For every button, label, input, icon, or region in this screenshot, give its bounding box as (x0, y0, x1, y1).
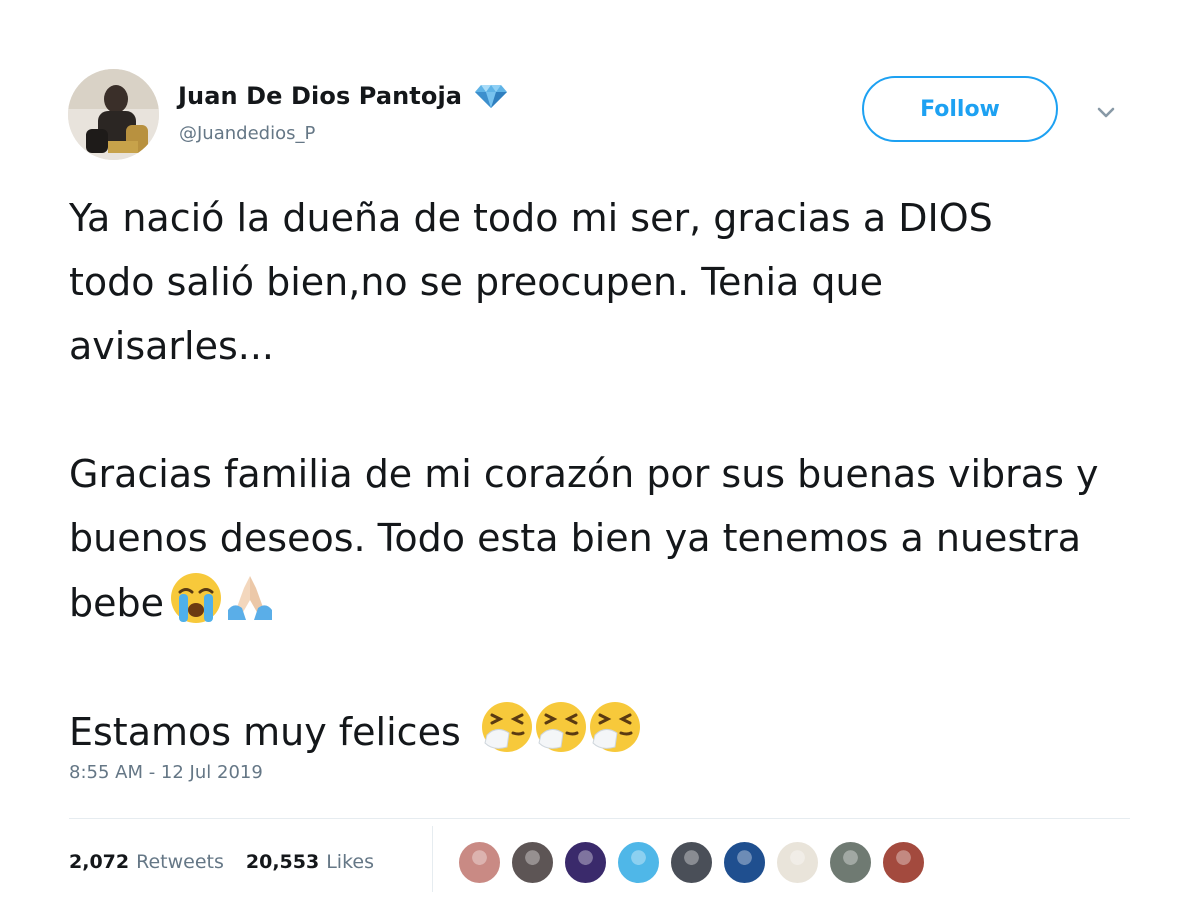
likes-stat[interactable]: 20,553 Likes (246, 851, 374, 873)
stats-separator (432, 826, 433, 892)
tweet-timestamp[interactable]: 8:55 AM - 12 Jul 2019 (69, 762, 263, 783)
likes-count: 20,553 (245, 851, 320, 873)
retweets-count: 2,072 (69, 851, 130, 873)
follow-button[interactable]: Follow (862, 76, 1058, 142)
liker-avatar[interactable] (881, 840, 926, 885)
author-name-row: Juan De Dios Pantoja (178, 80, 508, 112)
liker-avatar[interactable] (722, 840, 767, 885)
liker-avatar[interactable] (563, 840, 608, 885)
tweet-paragraph-1: Ya nació la dueña de todo mi ser, gracia… (69, 186, 1079, 378)
liker-avatar[interactable] (457, 840, 502, 885)
folded-hands-icon (222, 570, 278, 626)
chevron-down-icon[interactable] (1093, 100, 1119, 126)
tweet-paragraph-3: Estamos muy felices (69, 699, 1169, 764)
sneezing-face-icon (587, 699, 643, 755)
author-avatar[interactable] (68, 69, 159, 160)
likes-label: Likes (326, 851, 374, 873)
divider (69, 818, 1130, 819)
sneezing-face-icon (479, 699, 535, 755)
tweet-card: Juan De Dios Pantoja @Juandedios_P Follo… (0, 0, 1199, 892)
tweet-text: Ya nació la dueña de todo mi ser, gracia… (69, 186, 1169, 764)
verified-diamond-icon (475, 85, 508, 108)
paragraph-1-text: Ya nació la dueña de todo mi ser, gracia… (69, 196, 993, 368)
liker-avatar[interactable] (616, 840, 661, 885)
tweet-paragraph-2: Gracias familia de mi corazón por sus bu… (69, 442, 1129, 635)
author-handle[interactable]: @Juandedios_P (179, 123, 315, 144)
liker-avatar[interactable] (510, 840, 555, 885)
author-display-name[interactable]: Juan De Dios Pantoja (178, 82, 462, 110)
liker-avatar[interactable] (828, 840, 873, 885)
liker-avatar[interactable] (669, 840, 714, 885)
retweets-stat[interactable]: 2,072 Retweets (69, 851, 224, 873)
tweet-stats: 2,072 Retweets 20,553 Likes (69, 844, 396, 880)
paragraph-3-text: Estamos muy felices (69, 710, 461, 754)
liker-avatars (457, 840, 926, 886)
retweets-label: Retweets (136, 851, 224, 873)
sneezing-face-icon (533, 699, 589, 755)
loudly-crying-face-icon (168, 570, 224, 626)
liker-avatar[interactable] (775, 840, 820, 885)
